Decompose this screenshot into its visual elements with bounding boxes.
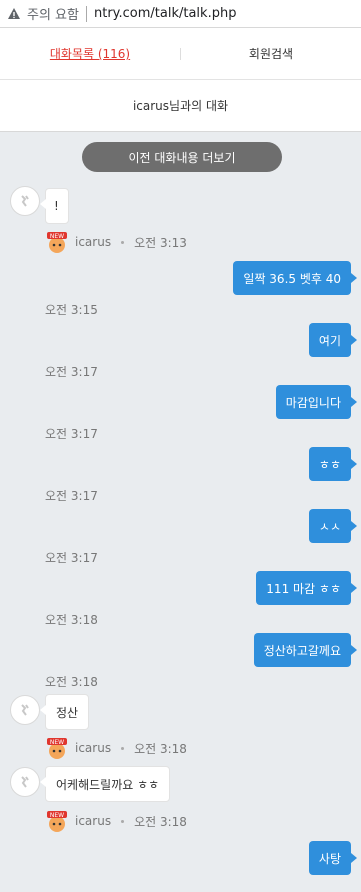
svg-text:NEW: NEW: [50, 739, 64, 746]
message-time: 오전 3:15: [45, 303, 98, 317]
message-bubble-incoming: 정산: [39, 694, 90, 730]
user-silhouette-icon: [21, 195, 29, 207]
sender-name[interactable]: icarus: [75, 741, 111, 755]
sender-name[interactable]: icarus: [75, 235, 111, 249]
sender-name[interactable]: icarus: [75, 814, 111, 828]
new-badge-icon: NEW: [45, 809, 69, 833]
url-separator: [85, 5, 87, 22]
new-badge-icon: NEW: [45, 736, 69, 760]
browser-address-bar[interactable]: 주의 요함 ntry.com/talk/talk.php: [0, 0, 361, 28]
message-time: 오전 3:18: [45, 613, 98, 627]
sender-avatar[interactable]: [10, 186, 40, 216]
top-nav: 대화목록 (116) 회원검색: [0, 28, 361, 80]
message-time: 오전 3:18: [134, 814, 187, 829]
message-time: 오전 3:17: [45, 551, 98, 565]
tab-chat-list[interactable]: 대화목록 (116): [0, 45, 180, 62]
message-bubble-outgoing: 여기: [308, 323, 358, 357]
tab-member-search[interactable]: 회원검색: [181, 45, 361, 62]
message-time: 오전 3:17: [45, 365, 98, 379]
message-bubble-outgoing: 정산하고갈께요: [253, 633, 358, 667]
message-bubble-outgoing: 111 마감 ㅎㅎ: [256, 571, 357, 605]
url-text[interactable]: ntry.com/talk/talk.php: [94, 6, 236, 21]
message-time: 오전 3:17: [45, 489, 98, 503]
load-more-button[interactable]: 이전 대화내용 더보기: [82, 142, 282, 172]
message-time: 오전 3:18: [134, 741, 187, 756]
meta-dot: [121, 746, 125, 750]
message-bubble-outgoing: 사탕: [308, 841, 358, 875]
warning-icon: [7, 7, 21, 21]
message-meta: NEW icarus 오전 3:18: [45, 809, 187, 833]
message-meta: NEW icarus 오전 3:13: [45, 230, 187, 254]
message-bubble-outgoing: 일짝 36.5 벳후 40: [233, 261, 357, 295]
message-time: 오전 3:13: [134, 235, 187, 250]
conversation-title: icarus님과의 대화: [0, 80, 361, 132]
user-silhouette-icon: [21, 776, 29, 788]
message-bubble-incoming: !: [40, 188, 69, 224]
message-bubble-outgoing: ㅎㅎ: [308, 447, 358, 481]
svg-text:NEW: NEW: [50, 812, 64, 819]
message-bubble-incoming: 어케해드릴까요 ㅎㅎ: [39, 766, 171, 802]
new-badge-icon: NEW: [45, 230, 69, 254]
sender-avatar[interactable]: [10, 767, 40, 797]
user-silhouette-icon: [21, 704, 29, 716]
message-meta: NEW icarus 오전 3:18: [45, 736, 187, 760]
security-warning-text[interactable]: 주의 요함: [27, 4, 79, 23]
message-bubble-outgoing: ㅅㅅ: [308, 509, 358, 543]
message-bubble-outgoing: 마감입니다: [275, 385, 358, 419]
message-time: 오전 3:18: [45, 675, 98, 689]
svg-text:NEW: NEW: [50, 233, 64, 240]
meta-dot: [121, 819, 125, 823]
sender-avatar[interactable]: [10, 695, 40, 725]
meta-dot: [121, 240, 125, 244]
message-time: 오전 3:17: [45, 427, 98, 441]
